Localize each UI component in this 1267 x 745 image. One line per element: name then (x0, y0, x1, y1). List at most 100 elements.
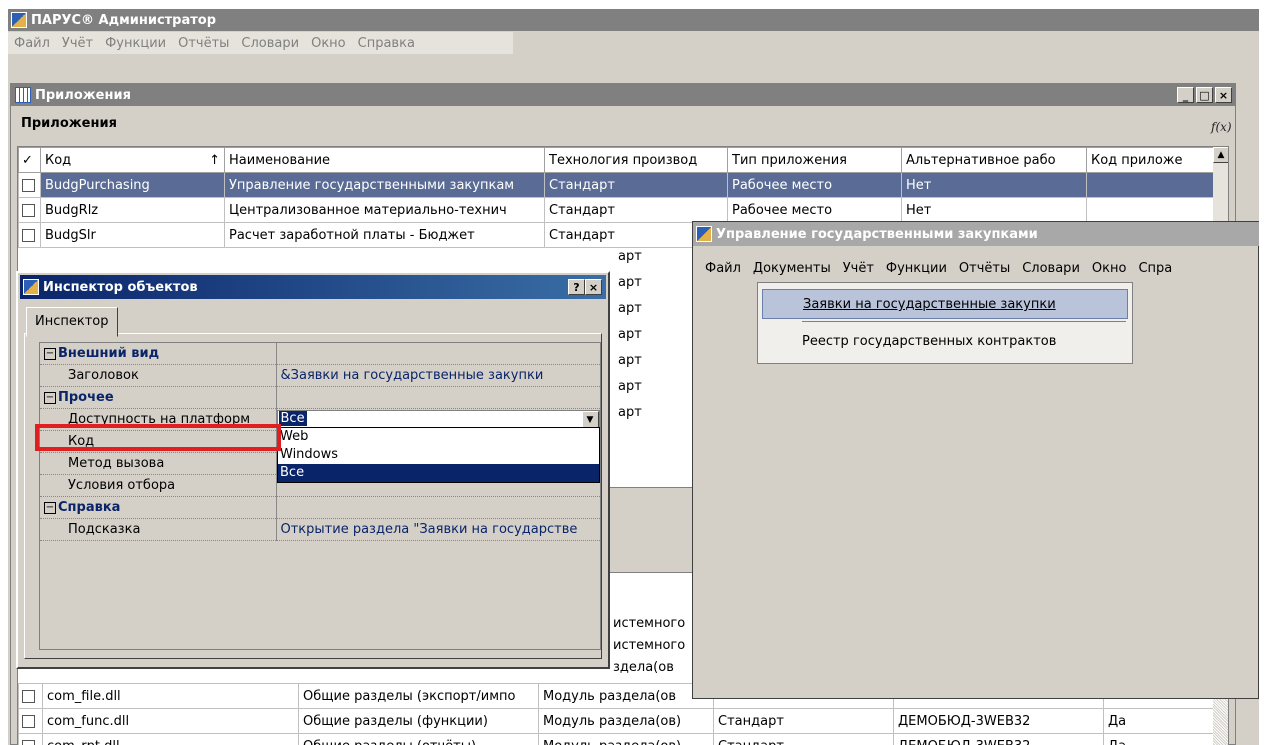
app-title: ПАРУС® Администратор (31, 13, 216, 28)
cell-desc: Общие разделы (отчёты) (299, 734, 539, 745)
cell-file: com_file.dll (43, 684, 299, 709)
cell-desc: Общие разделы (функции) (299, 709, 539, 734)
cell-flag: Да (1104, 734, 1214, 745)
menu-file[interactable]: Файл (8, 36, 56, 51)
inspector-close-button[interactable]: × (585, 279, 602, 295)
menu-help[interactable]: Спра (1132, 261, 1178, 276)
grid-header-row: ✓ Код↑ Наименование Технология производ … (19, 148, 1219, 173)
cell-appcode (1087, 173, 1219, 198)
cell-file: com_func.dll (43, 709, 299, 734)
tab-inspector[interactable]: Инспектор (26, 307, 118, 337)
cell-flag: Да (1104, 709, 1214, 734)
applications-title: Приложения (35, 88, 131, 103)
admin-app: ПАРУС® Администратор Файл Учёт Функции О… (8, 8, 1259, 745)
cell-desc: Общие разделы (экспорт/импо (299, 684, 539, 709)
property-grid: −Внешний вид Заголовок &Заявки на госуда… (39, 342, 601, 650)
col-alt[interactable]: Альтернативное рабо (902, 148, 1087, 173)
maximize-button[interactable]: □ (1196, 87, 1213, 103)
cell-alt: Нет (902, 173, 1087, 198)
procurement-title: Управление государственными закупками (716, 227, 1038, 242)
table-row[interactable]: BudgPurchasing Управление государственны… (19, 173, 1219, 198)
row-checkbox[interactable] (22, 715, 35, 728)
check-all-header[interactable]: ✓ (19, 148, 41, 173)
col-appcode[interactable]: Код приложе (1087, 148, 1219, 173)
cell-code: BudgSlr (41, 223, 225, 248)
applications-titlebar[interactable]: Приложения (11, 84, 1235, 106)
app-menubar: Файл Учёт Функции Отчёты Словари Окно Сп… (8, 32, 513, 54)
maximize-icon: □ (1199, 89, 1209, 102)
menu-window[interactable]: Окно (305, 36, 352, 51)
dropdown-button[interactable]: ▼ (582, 411, 599, 428)
close-icon: × (1219, 89, 1228, 102)
chevron-down-icon: ▼ (587, 415, 594, 425)
row-checkbox[interactable] (22, 740, 35, 745)
col-code[interactable]: Код↑ (41, 148, 225, 173)
inspector-window-controls: ? × (568, 279, 602, 295)
menu-reports[interactable]: Отчёты (172, 36, 235, 51)
formula-icon[interactable]: f(x) (1211, 120, 1232, 134)
cell-name: Расчет заработной платы - Бюджет (225, 223, 545, 248)
scroll-up-button[interactable]: ▲ (1213, 147, 1229, 163)
cell-kind: Модуль раздела(ов) (539, 734, 714, 745)
documents-popup-menu: Заявки на государственные закупки Реестр… (757, 282, 1133, 364)
category-other[interactable]: −Прочее (40, 387, 600, 409)
property-caption[interactable]: Заголовок &Заявки на государственные зак… (40, 365, 600, 387)
menu-dictionaries[interactable]: Словари (235, 36, 305, 51)
availability-dropdown-list: Web Windows Все (277, 427, 600, 483)
close-button[interactable]: × (1215, 87, 1232, 103)
col-type[interactable]: Тип приложения (728, 148, 902, 173)
cell-type: Рабочее место (728, 198, 902, 223)
menu-item-contracts-registry[interactable]: Реестр государственных контрактов (762, 327, 1168, 357)
menu-accounting[interactable]: Учёт (837, 261, 880, 276)
close-icon: × (589, 281, 598, 294)
menu-functions[interactable]: Функции (880, 261, 953, 276)
property-name: Метод вызова (40, 453, 276, 475)
row-checkbox[interactable] (22, 179, 35, 192)
menu-functions[interactable]: Функции (99, 36, 172, 51)
highlight-frame (35, 424, 281, 451)
table-icon (15, 87, 31, 103)
table-row[interactable]: com_rpt.dll Общие разделы (отчёты) Модул… (19, 734, 1214, 745)
col-name[interactable]: Наименование (225, 148, 545, 173)
cell-name: Централизованное материально-технич (225, 198, 545, 223)
menu-reports[interactable]: Отчёты (953, 261, 1016, 276)
row-checkbox[interactable] (22, 690, 35, 703)
option-windows[interactable]: Windows (278, 446, 599, 464)
property-name: Условия отбора (40, 475, 276, 497)
option-web[interactable]: Web (278, 428, 599, 446)
parus-app-icon (696, 226, 712, 242)
cell-tech: Стандарт (714, 709, 894, 734)
category-appearance[interactable]: −Внешний вид (40, 343, 600, 365)
row-checkbox[interactable] (22, 204, 35, 217)
procurement-titlebar[interactable]: Управление государственными закупками (693, 222, 1259, 246)
menu-help[interactable]: Справка (352, 36, 421, 51)
table-row[interactable]: com_func.dll Общие разделы (функции) Мод… (19, 709, 1214, 734)
cell-tech: Стандарт (714, 734, 894, 745)
collapse-icon[interactable]: − (44, 502, 56, 514)
option-all[interactable]: Все (278, 464, 599, 482)
collapse-icon[interactable]: − (44, 348, 56, 360)
menu-dictionaries[interactable]: Словари (1016, 261, 1086, 276)
col-tech[interactable]: Технология производ (545, 148, 728, 173)
menu-window[interactable]: Окно (1086, 261, 1133, 276)
category-help[interactable]: −Справка (40, 497, 600, 519)
property-value[interactable]: Открытие раздела "Заявки на государстве (276, 519, 600, 541)
property-value[interactable]: &Заявки на государственные закупки (276, 365, 600, 387)
menu-item-procurement-requests[interactable]: Заявки на государственные закупки (762, 289, 1128, 319)
parus-app-icon (23, 279, 39, 295)
procurement-window: Управление государственными закупками Фа… (692, 221, 1259, 699)
cell-appcode (1087, 198, 1219, 223)
help-button[interactable]: ? (568, 279, 585, 295)
property-hint[interactable]: Подсказка Открытие раздела "Заявки на го… (40, 519, 600, 541)
minimize-button[interactable]: _ (1177, 87, 1194, 103)
table-row[interactable]: BudgRlz Централизованное материально-тех… (19, 198, 1219, 223)
sort-arrow-icon: ↑ (209, 153, 220, 168)
collapse-icon[interactable]: − (44, 392, 56, 404)
row-checkbox[interactable] (22, 229, 35, 242)
menu-documents[interactable]: Документы (747, 261, 837, 276)
menu-accounting[interactable]: Учёт (56, 36, 99, 51)
app-titlebar[interactable]: ПАРУС® Администратор (8, 9, 1259, 31)
inspector-titlebar[interactable]: Инспектор объектов (20, 275, 606, 299)
cell-server: ДЕМОБЮД-3WEB32 (894, 709, 1104, 734)
menu-file[interactable]: Файл (699, 261, 747, 276)
